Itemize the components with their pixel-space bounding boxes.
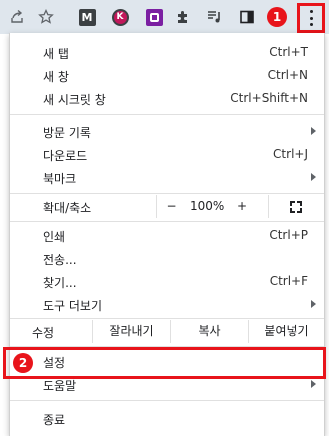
extensions-puzzle-icon[interactable] xyxy=(173,7,193,27)
menu-divider xyxy=(10,318,324,319)
menu-divider xyxy=(10,400,324,401)
edit-label: 수정 xyxy=(32,326,55,340)
menu-label: 북마크 xyxy=(43,172,77,186)
extension-m-icon[interactable]: M xyxy=(77,7,97,27)
paste-button[interactable]: 붙여넣기 xyxy=(248,320,324,343)
fullscreen-button[interactable] xyxy=(268,195,324,218)
menu-label: 새 창 xyxy=(43,70,69,84)
menu-shortcut: Ctrl+Shift+N xyxy=(230,91,308,105)
submenu-arrow-icon xyxy=(311,300,316,308)
zoom-label: 확대/축소 xyxy=(43,201,92,215)
menu-divider xyxy=(10,221,324,222)
menu-label: 인쇄 xyxy=(43,230,66,244)
zoom-in-button[interactable]: + xyxy=(232,195,252,218)
menu-shortcut: Ctrl+J xyxy=(273,147,308,161)
step-marker-2: 2 xyxy=(13,353,33,373)
menu-label: 방문 기록 xyxy=(43,126,91,140)
settings-highlight-box xyxy=(3,347,326,379)
kebab-menu-icon xyxy=(308,10,314,26)
menu-item-bookmarks[interactable]: 북마크 xyxy=(10,166,324,189)
zoom-level: 100% xyxy=(190,199,225,213)
menu-shortcut: Ctrl+F xyxy=(269,274,308,288)
cut-button[interactable]: 잘라내기 xyxy=(92,320,170,343)
menu-item-new-window[interactable]: 새 창 Ctrl+N xyxy=(10,64,324,87)
menu-label: 종료 xyxy=(43,413,66,427)
menu-divider xyxy=(10,114,324,115)
menu-item-cast[interactable]: 전송... xyxy=(10,247,324,270)
bookmark-star-icon[interactable] xyxy=(36,7,56,27)
step-marker-1: 1 xyxy=(267,7,287,27)
chrome-menu-button[interactable] xyxy=(297,3,325,33)
menu-item-incognito[interactable]: 새 시크릿 창 Ctrl+Shift+N xyxy=(10,87,324,110)
submenu-arrow-icon xyxy=(311,173,316,181)
media-playlist-icon[interactable] xyxy=(205,7,225,27)
menu-item-downloads[interactable]: 다운로드 Ctrl+J xyxy=(10,143,324,166)
browser-toolbar: M K 1 xyxy=(0,0,329,34)
menu-item-new-tab[interactable]: 새 탭 Ctrl+T xyxy=(10,41,324,64)
menu-label: 다운로드 xyxy=(43,149,88,163)
menu-label: 새 탭 xyxy=(43,47,69,61)
menu-item-exit[interactable]: 종료 xyxy=(10,407,324,430)
menu-item-print[interactable]: 인쇄 Ctrl+P xyxy=(10,224,324,247)
menu-label: 도구 더보기 xyxy=(43,299,103,313)
menu-label: 전송... xyxy=(43,253,77,267)
menu-item-history[interactable]: 방문 기록 xyxy=(10,120,324,143)
share-icon[interactable] xyxy=(7,7,27,27)
fullscreen-icon xyxy=(290,201,302,213)
side-panel-icon[interactable] xyxy=(237,7,257,27)
menu-item-find[interactable]: 찾기... Ctrl+F xyxy=(10,270,324,293)
menu-label: 찾기... xyxy=(43,276,77,290)
edit-row: 수정 잘라내기 복사 붙여넣기 xyxy=(10,320,324,343)
menu-shortcut: Ctrl+N xyxy=(267,68,308,82)
menu-shortcut: Ctrl+P xyxy=(269,228,308,242)
copy-button[interactable]: 복사 xyxy=(170,320,248,343)
menu-shortcut: Ctrl+T xyxy=(269,45,308,59)
menu-label: 도움말 xyxy=(43,379,77,393)
zoom-row: 확대/축소 − 100% + xyxy=(10,195,324,218)
menu-divider xyxy=(10,193,324,194)
extension-purple-icon[interactable] xyxy=(144,7,164,27)
menu-item-more-tools[interactable]: 도구 더보기 xyxy=(10,293,324,316)
menu-label: 새 시크릿 창 xyxy=(43,93,106,107)
submenu-arrow-icon xyxy=(311,127,316,135)
extension-k-icon[interactable]: K xyxy=(110,7,130,27)
zoom-out-button[interactable]: − xyxy=(156,195,186,218)
submenu-arrow-icon xyxy=(311,380,316,388)
